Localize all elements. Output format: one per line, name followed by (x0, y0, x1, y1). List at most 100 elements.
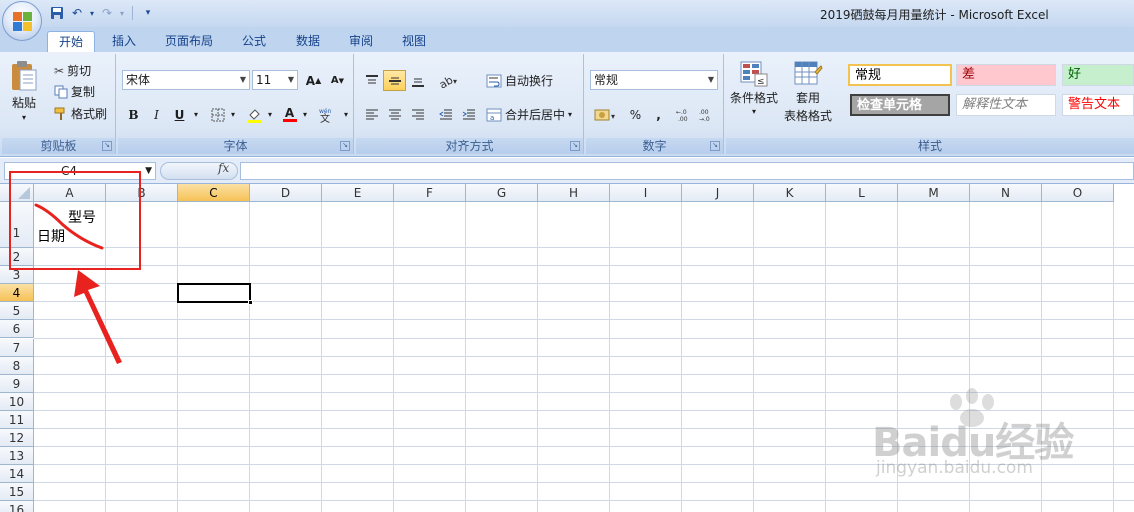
tab-formulas[interactable]: 公式 (232, 31, 276, 52)
underline-button[interactable]: U (168, 104, 191, 125)
column-header-n[interactable]: N (970, 184, 1042, 202)
column-header-k[interactable]: K (754, 184, 826, 202)
redo-icon[interactable]: ↷ (98, 4, 116, 22)
customize-qat-icon[interactable]: ▾ (139, 4, 157, 22)
phonetic-dropdown-icon[interactable]: ▾ (340, 104, 352, 125)
align-bottom-button[interactable] (406, 70, 429, 91)
fill-color-button[interactable] (243, 104, 266, 125)
clipboard-launcher-icon[interactable]: ↘ (102, 141, 112, 151)
cut-button[interactable]: ✂ 剪切 (54, 62, 91, 79)
format-as-table-button[interactable]: 套用 表格格式 (784, 60, 832, 124)
italic-button[interactable]: I (145, 104, 168, 125)
align-top-button[interactable] (360, 70, 383, 91)
tab-review[interactable]: 审阅 (339, 31, 383, 52)
row-header-8[interactable]: 8 (0, 356, 34, 375)
tab-insert[interactable]: 插入 (104, 31, 144, 52)
row-header-7[interactable]: 7 (0, 338, 34, 357)
row-header-9[interactable]: 9 (0, 374, 34, 393)
column-header-h[interactable]: H (538, 184, 610, 202)
formula-input[interactable] (240, 162, 1134, 180)
increase-indent-button[interactable] (457, 104, 480, 125)
tab-page-layout[interactable]: 页面布局 (158, 31, 220, 52)
column-header-o[interactable]: O (1042, 184, 1114, 202)
paste-button[interactable]: 粘贴 ▾ (10, 60, 38, 122)
borders-dropdown-icon[interactable]: ▾ (227, 104, 239, 125)
borders-button[interactable] (206, 104, 229, 125)
active-cell-c4[interactable] (177, 283, 253, 306)
style-good[interactable]: 好 (1062, 64, 1134, 86)
style-warning-text[interactable]: 警告文本 (1062, 94, 1134, 116)
orientation-button[interactable]: ab ▾ (434, 70, 464, 91)
phonetic-guide-button[interactable]: wén 文 (314, 104, 340, 125)
column-header-m[interactable]: M (898, 184, 970, 202)
column-header-g[interactable]: G (466, 184, 538, 202)
column-header-d[interactable]: D (250, 184, 322, 202)
style-bad[interactable]: 差 (956, 64, 1056, 86)
column-header-l[interactable]: L (826, 184, 898, 202)
shrink-font-button[interactable]: A ▼ (326, 70, 349, 91)
row-header-14[interactable]: 14 (0, 465, 34, 484)
select-all-corner[interactable] (0, 184, 34, 202)
font-color-button[interactable]: A (278, 104, 301, 125)
align-center-button[interactable] (383, 104, 406, 125)
column-header-f[interactable]: F (394, 184, 466, 202)
column-header-c[interactable]: C (178, 184, 250, 202)
decrease-indent-button[interactable] (434, 104, 457, 125)
underline-dropdown-icon[interactable]: ▾ (190, 104, 202, 125)
row-header-1[interactable]: 1 (0, 202, 34, 248)
align-left-button[interactable] (360, 104, 383, 125)
undo-dropdown-icon[interactable]: ▾ (88, 4, 96, 22)
style-explanatory-text[interactable]: 解释性文本 (956, 94, 1056, 116)
bold-button[interactable]: B (122, 104, 145, 125)
grow-font-button[interactable]: A ▲ (302, 70, 325, 91)
row-header-5[interactable]: 5 (0, 302, 34, 321)
row-header-4[interactable]: 4 (0, 284, 34, 303)
column-header-e[interactable]: E (322, 184, 394, 202)
format-painter-button[interactable]: 格式刷 (54, 105, 107, 122)
column-header-b[interactable]: B (106, 184, 178, 202)
row-header-3[interactable]: 3 (0, 266, 34, 285)
save-icon[interactable] (48, 4, 66, 22)
merge-center-button[interactable]: a 合并后居中 ▾ (486, 106, 572, 123)
copy-button[interactable]: 复制 (54, 83, 95, 100)
font-size-combo[interactable]: 11 ▼ (252, 70, 298, 90)
currency-button[interactable]: ▾ (590, 104, 622, 125)
row-header-2[interactable]: 2 (0, 248, 34, 267)
alignment-launcher-icon[interactable]: ↘ (570, 141, 580, 151)
font-launcher-icon[interactable]: ↘ (340, 141, 350, 151)
row-header-10[interactable]: 10 (0, 392, 34, 411)
tab-data[interactable]: 数据 (286, 31, 330, 52)
row-header-13[interactable]: 13 (0, 447, 34, 466)
name-box[interactable]: C4 ▼ (4, 162, 156, 180)
redo-dropdown-icon[interactable]: ▾ (118, 4, 126, 22)
fill-handle[interactable] (248, 300, 253, 306)
align-middle-button[interactable] (383, 70, 406, 91)
style-normal[interactable]: 常规 (848, 64, 952, 86)
font-color-dropdown-icon[interactable]: ▾ (299, 104, 311, 125)
office-button[interactable] (2, 1, 42, 41)
insert-function-icon[interactable]: fx (218, 161, 229, 175)
tab-home[interactable]: 开始 (47, 31, 95, 52)
fill-color-dropdown-icon[interactable]: ▾ (264, 104, 276, 125)
style-check-cell[interactable]: 检查单元格 (850, 94, 950, 116)
row-header-12[interactable]: 12 (0, 429, 34, 448)
row-header-11[interactable]: 11 (0, 410, 34, 429)
row-header-16[interactable]: 16 (0, 501, 34, 512)
column-header-j[interactable]: J (682, 184, 754, 202)
increase-decimal-button[interactable]: ←.0.00 (673, 104, 696, 125)
number-format-combo[interactable]: 常规 ▼ (590, 70, 718, 90)
column-header-a[interactable]: A (34, 184, 106, 202)
wrap-text-button[interactable]: 自动换行 (486, 72, 553, 89)
font-name-combo[interactable]: 宋体 ▼ (122, 70, 250, 90)
comma-button[interactable]: , (647, 104, 670, 125)
align-right-button[interactable] (406, 104, 429, 125)
column-header-i[interactable]: I (610, 184, 682, 202)
row-header-15[interactable]: 15 (0, 483, 34, 502)
decrease-decimal-button[interactable]: .00 →.0 (696, 104, 719, 125)
row-header-6[interactable]: 6 (0, 320, 34, 339)
undo-icon[interactable]: ↶ (68, 4, 86, 22)
tab-view[interactable]: 视图 (392, 31, 436, 52)
conditional-formatting-button[interactable]: ≤ 条件格式 ▾ (730, 60, 778, 116)
percent-button[interactable]: % (624, 104, 647, 125)
number-launcher-icon[interactable]: ↘ (710, 141, 720, 151)
